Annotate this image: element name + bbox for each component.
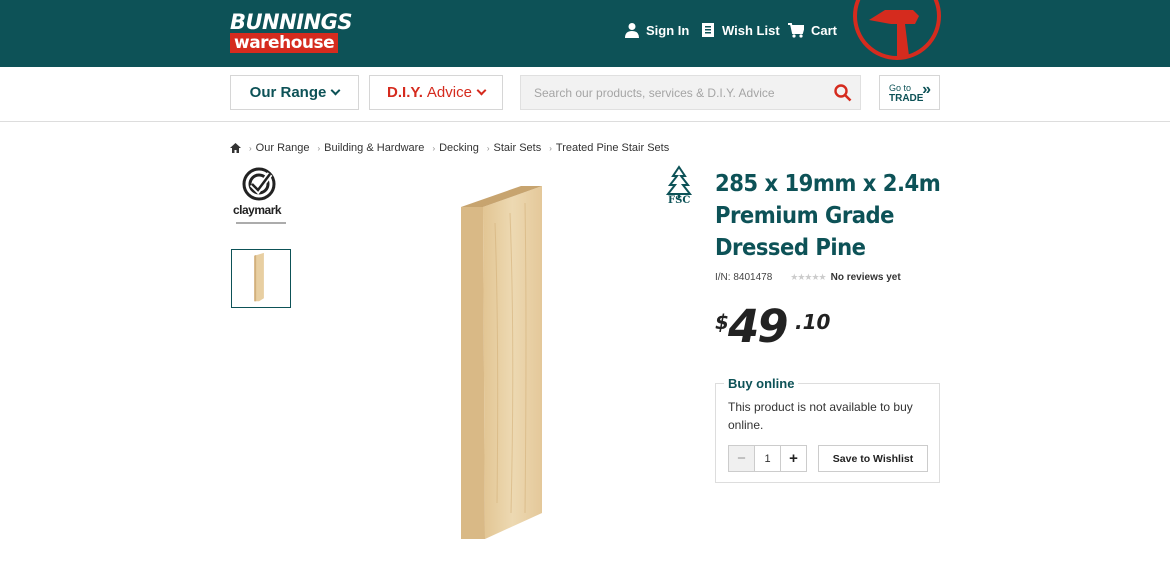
- our-range-label: Our Range: [249, 84, 327, 101]
- trade-line-2: TRADE: [889, 93, 924, 104]
- top-header: BUNNINGS warehouse Sign In Wish List Car…: [0, 0, 1170, 67]
- logo-line-1: BUNNINGS: [230, 10, 352, 34]
- buy-online-heading: Buy online: [724, 376, 799, 391]
- chevron-down-icon: [476, 85, 487, 96]
- buy-online-box: Buy online This product is not available…: [715, 376, 940, 483]
- trade-line-1: Go to: [889, 83, 912, 93]
- item-number: I/N: 8401478: [715, 272, 773, 283]
- claymark-brand-logo[interactable]: claymark: [230, 165, 292, 227]
- cart-icon: [788, 23, 804, 38]
- quantity-value[interactable]: 1: [755, 446, 780, 471]
- breadcrumb-separator-icon: ›: [432, 143, 436, 153]
- breadcrumb-separator-icon: ›: [317, 143, 321, 153]
- increase-quantity-button[interactable]: +: [780, 446, 806, 471]
- wish-list-link[interactable]: Wish List: [701, 22, 780, 38]
- home-icon[interactable]: [230, 143, 241, 153]
- product-meta: I/N: 8401478 ★★★★★ No reviews yet: [715, 272, 901, 283]
- breadcrumb-decking[interactable]: Decking: [439, 142, 479, 154]
- save-to-wishlist-button[interactable]: Save to Wishlist: [818, 445, 928, 472]
- product-thumbnail[interactable]: [231, 249, 291, 308]
- breadcrumb-stair-sets[interactable]: Stair Sets: [494, 142, 542, 154]
- price-currency: $: [715, 310, 729, 334]
- decrease-quantity-button[interactable]: −: [729, 446, 755, 471]
- double-chevron-right-icon: »: [922, 81, 931, 98]
- go-to-trade-button[interactable]: Go to TRADE »: [879, 75, 940, 110]
- our-range-dropdown[interactable]: Our Range: [230, 75, 359, 110]
- wish-list-label: Wish List: [722, 22, 780, 38]
- product-title: 285 x 19mm x 2.4m Premium Grade Dressed …: [715, 169, 941, 261]
- sub-navigation: Our Range D.I.Y. Advice Go to TRADE »: [0, 67, 1170, 122]
- bunnings-logo[interactable]: BUNNINGS warehouse: [230, 12, 358, 53]
- diy-label: D.I.Y.: [387, 84, 423, 101]
- price-cents: .10: [795, 310, 831, 334]
- search-icon[interactable]: [834, 84, 852, 102]
- hammer-logo-icon: [853, 0, 941, 60]
- reviews-link[interactable]: No reviews yet: [831, 272, 901, 283]
- diy-advice-dropdown[interactable]: D.I.Y. Advice: [369, 75, 503, 110]
- product-main-image: [455, 183, 550, 543]
- chevron-down-icon: [330, 85, 341, 96]
- price-dollars: 49: [728, 300, 789, 353]
- search-bar: [520, 75, 861, 110]
- logo-line-2: warehouse: [230, 33, 339, 53]
- breadcrumb: › Our Range › Building & Hardware › Deck…: [230, 142, 669, 154]
- brand-name: claymark: [233, 203, 282, 217]
- quantity-stepper: − 1 +: [728, 445, 807, 472]
- breadcrumb-separator-icon: ›: [549, 143, 552, 153]
- cart-label: Cart: [811, 22, 838, 38]
- breadcrumb-building-hardware[interactable]: Building & Hardware: [324, 142, 424, 154]
- breadcrumb-treated-pine-stair-sets[interactable]: Treated Pine Stair Sets: [556, 142, 669, 154]
- advice-label: Advice: [426, 84, 472, 101]
- cart-link[interactable]: Cart: [788, 22, 837, 38]
- rating-stars-icon[interactable]: ★★★★★: [790, 272, 826, 283]
- breadcrumb-separator-icon: ›: [486, 143, 490, 153]
- fsc-tree-icon: FSC: [662, 165, 696, 207]
- wishlist-icon: [702, 23, 714, 37]
- sign-in-link[interactable]: Sign In: [625, 22, 689, 38]
- breadcrumb-separator-icon: ›: [249, 143, 252, 153]
- breadcrumb-our-range[interactable]: Our Range: [256, 142, 310, 154]
- search-input[interactable]: [521, 76, 821, 109]
- availability-message: This product is not available to buy onl…: [728, 400, 913, 432]
- user-icon: [625, 23, 639, 38]
- fsc-label: FSC: [668, 195, 691, 206]
- sign-in-label: Sign In: [646, 22, 690, 38]
